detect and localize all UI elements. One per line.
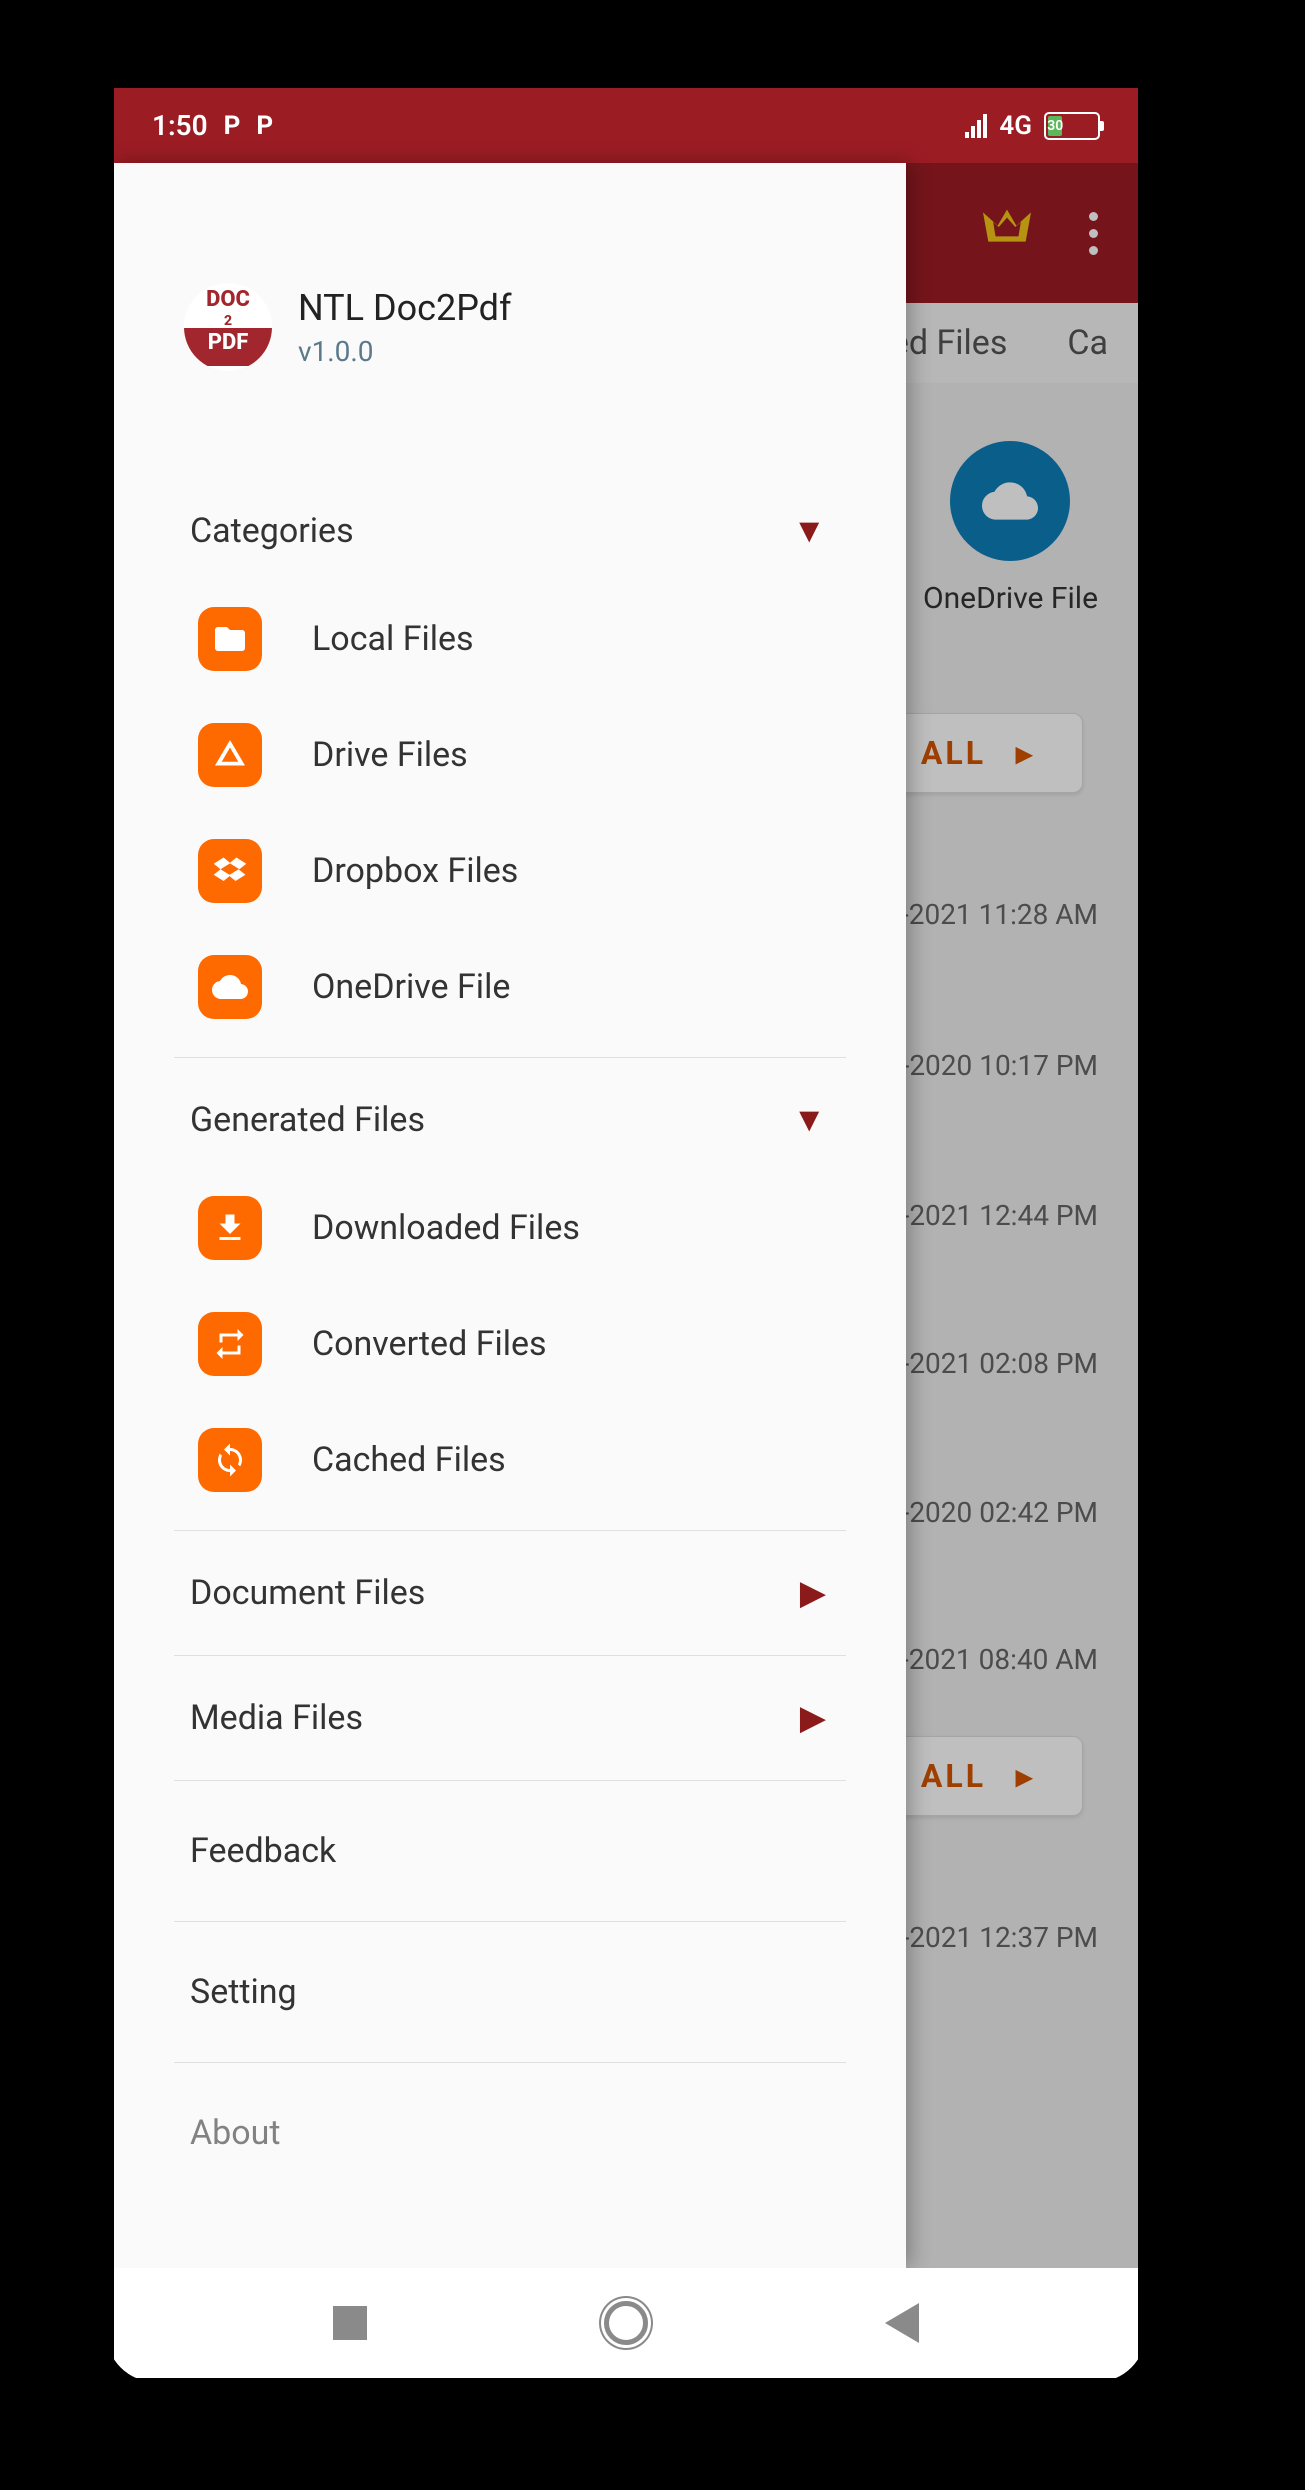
divider: [174, 1780, 846, 1781]
generated-files-label: Generated Files: [190, 1100, 425, 1140]
chevron-right-icon: ▶: [800, 1698, 826, 1738]
signal-icon: [965, 114, 987, 138]
notification-icon-1: P: [224, 111, 241, 141]
generated-files-header[interactable]: Generated Files ▼: [174, 1070, 846, 1170]
folder-icon: [198, 607, 262, 671]
google-drive-icon: [198, 723, 262, 787]
status-left: 1:50 P P: [152, 109, 273, 142]
sidebar-item-label: OneDrive File: [312, 967, 510, 1007]
sidebar-item-drive-files[interactable]: Drive Files: [174, 697, 846, 813]
app-title: NTL Doc2Pdf: [298, 287, 512, 329]
phone-frame: 1:50 P P 4G 30: [106, 62, 1146, 2382]
sidebar-item-label: Cached Files: [312, 1440, 506, 1480]
cloud-icon: [198, 955, 262, 1019]
sidebar-item-about[interactable]: About: [174, 2075, 846, 2191]
sidebar-item-label: Downloaded Files: [312, 1208, 580, 1248]
sidebar-item-cached-files[interactable]: Cached Files: [174, 1402, 846, 1518]
sidebar-item-local-files[interactable]: Local Files: [174, 581, 846, 697]
divider: [174, 2062, 846, 2063]
battery-icon: 30: [1044, 112, 1100, 140]
notification-icon-2: P: [256, 111, 273, 141]
sidebar-item-label: Converted Files: [312, 1324, 547, 1364]
sidebar-item-label: Drive Files: [312, 735, 468, 775]
sidebar-item-converted-files[interactable]: Converted Files: [174, 1286, 846, 1402]
screen: 1:50 P P 4G 30: [114, 88, 1138, 2378]
app-version: v1.0.0: [298, 335, 512, 368]
sidebar-item-dropbox-files[interactable]: Dropbox Files: [174, 813, 846, 929]
sidebar-item-downloaded-files[interactable]: Downloaded Files: [174, 1170, 846, 1286]
divider: [174, 1057, 846, 1058]
network-label: 4G: [999, 111, 1032, 141]
drawer-header: DOC 2 PDF NTL Doc2Pdf v1.0.0: [114, 163, 906, 371]
categories-header[interactable]: Categories ▼: [174, 481, 846, 581]
sync-icon: [198, 1428, 262, 1492]
chevron-right-icon: ▶: [800, 1573, 826, 1613]
android-nav-bar: [114, 2268, 1138, 2378]
sidebar-item-onedrive-file[interactable]: OneDrive File: [174, 929, 846, 1045]
sidebar-item-label: Local Files: [312, 619, 474, 659]
status-bar: 1:50 P P 4G 30: [114, 88, 1138, 163]
setting-label: Setting: [190, 1972, 297, 2012]
battery-level: 30: [1048, 116, 1062, 136]
sidebar-item-document-files[interactable]: Document Files ▶: [174, 1543, 846, 1643]
status-time: 1:50: [152, 109, 208, 142]
document-files-label: Document Files: [190, 1573, 425, 1613]
recents-button[interactable]: [333, 2306, 367, 2340]
divider: [174, 1530, 846, 1531]
drawer-scrim[interactable]: [906, 163, 1138, 2268]
home-button[interactable]: [604, 2301, 648, 2345]
app-title-block: NTL Doc2Pdf v1.0.0: [298, 287, 512, 368]
divider: [174, 1655, 846, 1656]
app-logo: DOC 2 PDF: [184, 283, 272, 371]
dropbox-icon: [198, 839, 262, 903]
media-files-label: Media Files: [190, 1698, 363, 1738]
sidebar-item-setting[interactable]: Setting: [174, 1934, 846, 2050]
feedback-label: Feedback: [190, 1831, 336, 1871]
sidebar-item-label: Dropbox Files: [312, 851, 518, 891]
status-right: 4G 30: [965, 111, 1100, 141]
sidebar-item-media-files[interactable]: Media Files ▶: [174, 1668, 846, 1768]
download-icon: [198, 1196, 262, 1260]
chevron-down-icon: ▼: [792, 511, 826, 551]
chevron-down-icon: ▼: [792, 1100, 826, 1140]
swap-icon: [198, 1312, 262, 1376]
categories-label: Categories: [190, 511, 354, 551]
divider: [174, 1921, 846, 1922]
navigation-drawer: DOC 2 PDF NTL Doc2Pdf v1.0.0 Categories …: [114, 163, 906, 2268]
back-button[interactable]: [885, 2303, 919, 2343]
sidebar-item-feedback[interactable]: Feedback: [174, 1793, 846, 1909]
about-label: About: [190, 2113, 281, 2153]
